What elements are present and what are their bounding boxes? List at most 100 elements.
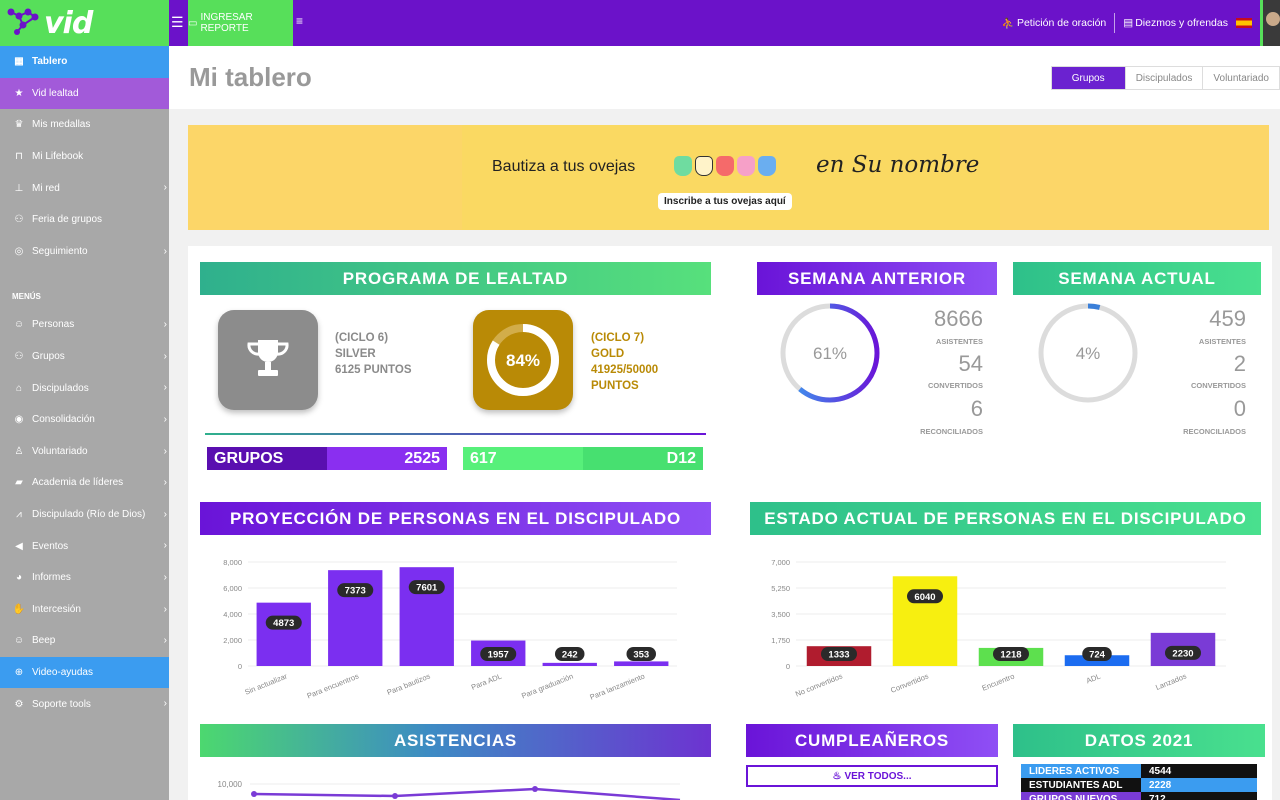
sidebar-item-tablero[interactable]: ▦ Tablero: [0, 46, 169, 78]
chevron-right-icon: ›: [163, 540, 167, 552]
semana-anterior-percent: 61%: [813, 344, 847, 363]
logo[interactable]: vid: [0, 0, 169, 46]
y-tick-label: 2,000: [223, 636, 242, 645]
y-tick: 10,000: [218, 780, 243, 789]
flask-icon: ♙: [14, 445, 24, 457]
x-tick-label: Para encuentros: [306, 671, 361, 700]
tab-grupos[interactable]: Grupos: [1051, 67, 1125, 89]
bar[interactable]: [614, 661, 669, 666]
report-button-label: INGRESAR REPORTE: [200, 12, 253, 34]
chevron-right-icon: ›: [163, 635, 167, 647]
sidebar-item-label: Mi Lifebook: [32, 151, 84, 163]
graduation-cap-icon: ⌂: [15, 382, 23, 394]
y-tick-label: 7,000: [771, 558, 790, 567]
sidebar-item-beep[interactable]: ☺ Beep ›: [0, 625, 169, 657]
sidebar-item-eventos[interactable]: ◀ Eventos ›: [0, 530, 169, 562]
asistencias-title: ASISTENCIAS: [200, 724, 711, 757]
prayer-request-link[interactable]: ⛹ Petición de oración: [1002, 17, 1106, 30]
chevron-right-icon: ›: [163, 413, 167, 425]
globe-icon: ⊕: [14, 666, 24, 678]
semana-actual-asistentes: 459: [1209, 306, 1246, 331]
sidebar-item-label: Tablero: [32, 56, 68, 68]
sidebar-item-label: Vid lealtad: [32, 87, 79, 99]
sidebar-item-personas[interactable]: ☺ Personas ›: [0, 309, 169, 341]
promo-banner[interactable]: Bautiza a tus ovejas en Su nombre Inscri…: [188, 125, 1269, 230]
sidebar-item-grupos[interactable]: ⚇ Grupos ›: [0, 341, 169, 373]
chevron-right-icon: ›: [163, 603, 167, 615]
y-tick-label: 5,250: [771, 584, 790, 593]
sidebar-item-feria-de-grupos[interactable]: ⚇ Feria de grupos: [0, 204, 169, 236]
sidebar-item-seguimiento[interactable]: ◎ Seguimiento ›: [0, 236, 169, 268]
divider: [1114, 13, 1116, 33]
tithes-link[interactable]: ▤ Diezmos y ofrendas: [1123, 17, 1228, 29]
y-tick-label: 8,000: [223, 558, 242, 567]
datos-row-value: 4544: [1141, 764, 1257, 778]
datos-row-value: 712: [1141, 792, 1257, 800]
x-tick-label: Convertidos: [889, 671, 930, 694]
semana-anterior-ring: 61%: [780, 303, 880, 403]
chevron-right-icon: ›: [163, 182, 167, 194]
sidebar-item-label: Discipulados: [32, 382, 89, 394]
banner-cta-button[interactable]: Inscribe a tus ovejas aquí: [658, 193, 792, 210]
sidebar-item-intercesion[interactable]: ✋ Intercesión ›: [0, 594, 169, 626]
y-tick-label: 3,500: [771, 610, 790, 619]
sidebar-item-discipulados[interactable]: ⌂ Discipulados ›: [0, 372, 169, 404]
loyalty-divider: [205, 433, 706, 435]
bar[interactable]: [256, 602, 311, 666]
sidebar-item-academia-de-lideres[interactable]: ▰ Academia de líderes ›: [0, 467, 169, 499]
sidebar-item-label: Feria de grupos: [32, 214, 103, 226]
x-tick-label: No convertidos: [794, 671, 844, 698]
spain-flag-icon[interactable]: [1236, 18, 1252, 28]
report-button[interactable]: ▭ INGRESAR REPORTE: [188, 0, 293, 46]
progress-percent: 84%: [506, 351, 540, 370]
sidebar-item-label: Soporte tools: [32, 698, 91, 710]
data-label: 7373: [345, 586, 366, 597]
tab-discipulados[interactable]: Discipulados: [1124, 67, 1203, 89]
data-label: 724: [1089, 650, 1106, 661]
current-cycle: (CICLO 7): [591, 332, 645, 344]
user-avatar[interactable]: [1260, 0, 1280, 46]
chart-estado: 0 1,750 3,500 5,250 7,000 1333 No convertidos 6…: [771, 558, 1226, 699]
sidebar-item-voluntariado[interactable]: ♙ Voluntariado ›: [0, 436, 169, 468]
data-label: 242: [562, 650, 578, 661]
data-label: 1218: [1000, 650, 1021, 661]
ver-todos-button[interactable]: ♨ VER TODOS...: [746, 765, 998, 787]
sidebar-item-consolidacion[interactable]: ◉ Consolidación ›: [0, 404, 169, 436]
menu-toggle-icon[interactable]: ☰: [171, 14, 185, 32]
chart-proyeccion: 0 2,000 4,000 6,000 8,000 4873 Sin actualizar 7…: [223, 558, 677, 702]
sidebar-section-header: MENÚS: [12, 292, 41, 302]
app-root: vid ☰ ▭ INGRESAR REPORTE ≡ ⛹ Petición de…: [0, 0, 1280, 800]
asistentes-label: ASISTENTES: [935, 337, 983, 346]
x-tick-label: Sin actualizar: [243, 671, 289, 696]
x-tick-label: Encuentro: [981, 672, 1016, 693]
sidebar-item-soporte-tools[interactable]: ⚙ Soporte tools ›: [0, 688, 169, 720]
cumpleaneros-title: CUMPLEAÑEROS: [746, 724, 998, 757]
sidebar-item-discipulado-rio-de-dios[interactable]: ⩘ Discipulado (Río de Dios) ›: [0, 499, 169, 531]
sidebar-item-vid-lealtad[interactable]: ★ Vid lealtad: [0, 77, 169, 110]
top-bar: vid ☰ ▭ INGRESAR REPORTE ≡ ⛹ Petición de…: [0, 0, 1280, 46]
users-icon: ⚇: [14, 214, 24, 226]
hand-icon: [758, 156, 776, 176]
sidebar-item-mi-red[interactable]: ⊥ Mi red ›: [0, 172, 169, 204]
previous-cycle-info: (CICLO 6) SILVER 6125 PUNTOS: [335, 330, 412, 378]
d12-stat-label: D12: [666, 449, 696, 467]
users-icon: ⚇: [14, 351, 24, 363]
sidebar-item-mi-lifebook[interactable]: ⊓ Mi Lifebook: [0, 141, 169, 173]
align-left-icon[interactable]: ≡: [296, 14, 303, 28]
sidebar-item-mis-medallas[interactable]: ♛ Mis medallas: [0, 109, 169, 141]
sidebar: ▦ Tablero ★ Vid lealtad ♛ Mis medallas ⊓…: [0, 46, 169, 800]
birthday-cake-icon: ♨: [832, 770, 842, 782]
semana-actual-convertidos: 2: [1233, 351, 1246, 376]
previous-points: 6125 PUNTOS: [335, 364, 412, 376]
sidebar-item-informes[interactable]: ◕ Informes ›: [0, 562, 169, 594]
chevron-right-icon: ›: [163, 245, 167, 257]
sidebar-item-video-ayudas[interactable]: ⊕ Video-ayudas: [0, 656, 169, 689]
sidebar-item-label: Consolidación: [32, 414, 95, 426]
cogs-icon: ⚙: [14, 698, 24, 710]
data-point: [251, 791, 257, 797]
title-bar: Mi tablero Grupos Discipulados Voluntari…: [169, 46, 1280, 109]
bar[interactable]: [542, 662, 597, 666]
banner-content: Bautiza a tus ovejas en Su nombre Inscri…: [462, 125, 1000, 230]
current-points-unit: PUNTOS: [591, 380, 639, 392]
tab-voluntariado[interactable]: Voluntariado: [1202, 67, 1279, 89]
